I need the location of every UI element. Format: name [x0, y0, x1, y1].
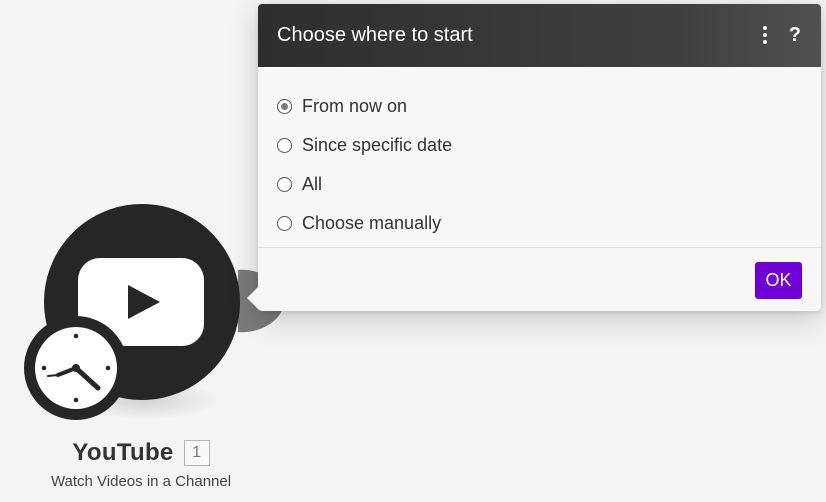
dialog-header-icons: ? — [759, 22, 801, 48]
clock-icon — [24, 316, 128, 420]
choose-start-dialog: Choose where to start ? From now on Sinc… — [247, 4, 821, 311]
start-options: From now on Since specific date All Choo… — [258, 67, 821, 248]
radio-choose-manually[interactable] — [277, 216, 292, 231]
radio-since-specific-date[interactable] — [277, 138, 292, 153]
option-choose-manually[interactable]: Choose manually — [277, 204, 802, 243]
module-title-row: YouTube 1 — [0, 436, 282, 470]
module-id-badge: 1 — [183, 440, 210, 466]
help-icon[interactable]: ? — [789, 22, 801, 48]
module-subtitle: Watch Videos in a Channel — [50, 473, 232, 490]
option-label: From now on — [302, 96, 408, 116]
dialog-header: Choose where to start ? — [258, 4, 821, 67]
option-all[interactable]: All — [277, 165, 802, 204]
kebab-menu-icon[interactable] — [759, 22, 771, 48]
radio-all[interactable] — [277, 177, 292, 192]
option-from-now-on[interactable]: From now on — [277, 87, 802, 126]
module-name: YouTube — [72, 439, 174, 466]
option-since-specific-date[interactable]: Since specific date — [277, 126, 802, 165]
dialog-footer: OK — [258, 248, 821, 310]
option-label: All — [302, 174, 323, 194]
option-label: Since specific date — [302, 135, 453, 155]
ok-button[interactable]: OK — [755, 262, 802, 299]
option-label: Choose manually — [302, 213, 442, 233]
radio-from-now-on[interactable] — [277, 99, 292, 114]
dialog-title: Choose where to start — [277, 24, 473, 46]
